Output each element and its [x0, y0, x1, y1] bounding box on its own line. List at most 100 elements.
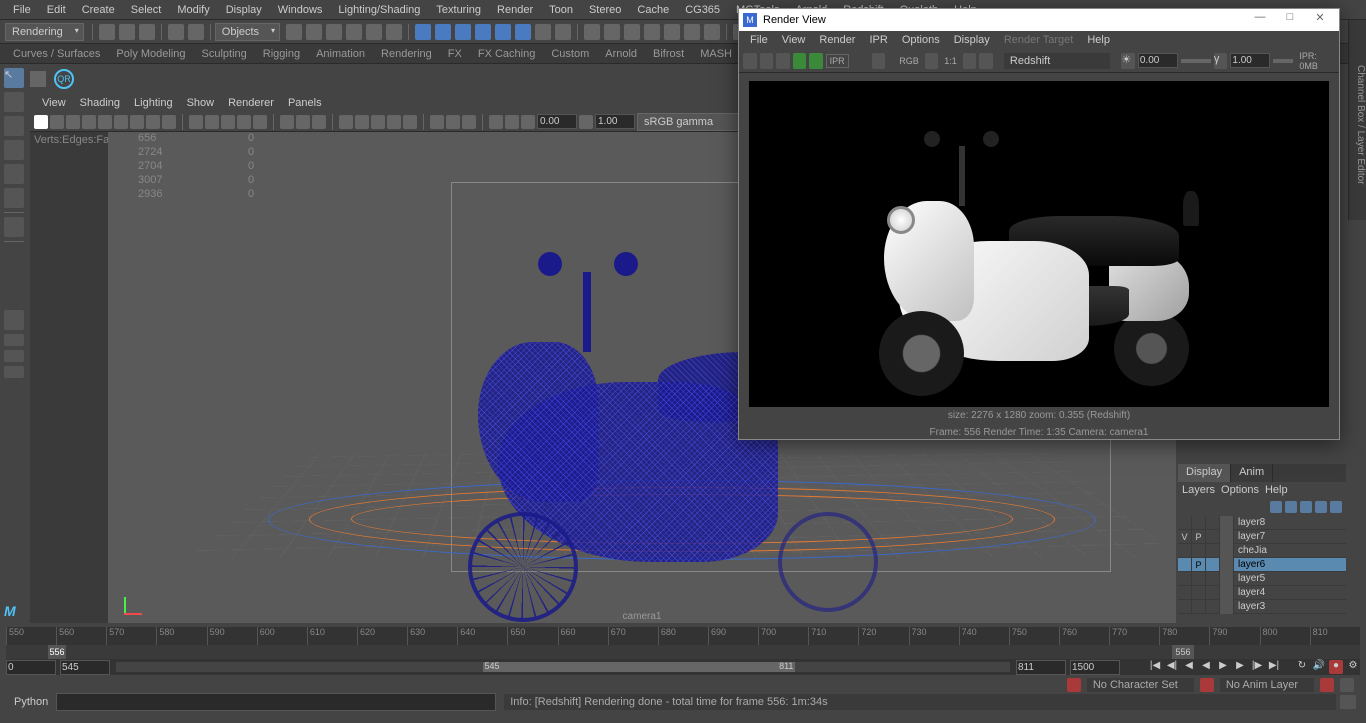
record-icon[interactable]: [1320, 678, 1334, 692]
shadows-icon[interactable]: [253, 115, 267, 129]
ipr-start-icon[interactable]: [793, 53, 807, 69]
minimize-button[interactable]: —: [1245, 11, 1275, 29]
go-to-start-icon[interactable]: |◀: [1148, 660, 1162, 674]
menu-texturing[interactable]: Texturing: [428, 4, 489, 16]
play-forward-icon[interactable]: ▶: [1216, 660, 1230, 674]
vp-menu-item[interactable]: Show: [181, 97, 221, 109]
layout-icon[interactable]: [4, 334, 24, 346]
bookmark-icon[interactable]: [50, 115, 64, 129]
module-tab[interactable]: FX Caching: [470, 48, 543, 60]
selection-mask-dropdown[interactable]: Objects: [215, 23, 280, 41]
time-slider[interactable]: 5505605705805906006106206306406506606706…: [6, 627, 1360, 659]
timeline-track[interactable]: 556 556: [6, 645, 1360, 659]
module-tab[interactable]: Arnold: [597, 48, 645, 60]
scale-tool-icon[interactable]: [4, 188, 24, 208]
light-icon[interactable]: [355, 115, 369, 129]
menu-toon[interactable]: Toon: [541, 4, 581, 16]
module-tab[interactable]: Poly Modeling: [108, 48, 193, 60]
module-tab[interactable]: Sculpting: [194, 48, 255, 60]
icon[interactable]: [1200, 678, 1214, 692]
rw-menu-item[interactable]: Render: [812, 34, 862, 46]
menu-edit[interactable]: Edit: [39, 4, 74, 16]
alpha-icon[interactable]: [925, 53, 939, 69]
layer-icon[interactable]: [1270, 501, 1282, 513]
settings-icon[interactable]: [1340, 678, 1354, 692]
module-tab[interactable]: Curves / Surfaces: [5, 48, 108, 60]
xray-joints-icon[interactable]: [312, 115, 326, 129]
keep-image-icon[interactable]: [963, 53, 977, 69]
film-gate-icon[interactable]: [98, 115, 112, 129]
exposure-input[interactable]: [537, 114, 577, 129]
refresh-icon[interactable]: [521, 115, 535, 129]
render-settings-icon[interactable]: [872, 53, 886, 69]
rotate-tool-icon[interactable]: [4, 164, 24, 184]
vp-menu-item[interactable]: View: [36, 97, 72, 109]
render-region-icon[interactable]: [760, 53, 774, 69]
mask-icon[interactable]: [326, 24, 342, 40]
menu-render[interactable]: Render: [489, 4, 541, 16]
vp-menu-item[interactable]: Panels: [282, 97, 328, 109]
module-tab[interactable]: Rigging: [255, 48, 308, 60]
rw-menu-item[interactable]: Render Target: [997, 34, 1081, 46]
render-icon[interactable]: [684, 24, 700, 40]
grid-icon[interactable]: [82, 115, 96, 129]
select-tool-icon[interactable]: ↖: [4, 68, 24, 88]
ipr-refresh-icon[interactable]: [809, 53, 823, 69]
ratio-label[interactable]: 1:1: [941, 56, 960, 66]
timeline-ruler[interactable]: 5505605705805906006106206306406506606706…: [6, 627, 1360, 645]
module-tab[interactable]: Custom: [543, 48, 597, 60]
gamma-input[interactable]: [595, 114, 635, 129]
autokey-icon[interactable]: ●: [1329, 660, 1343, 674]
gamma-slider[interactable]: [1273, 59, 1293, 63]
vp-menu-item[interactable]: Renderer: [222, 97, 280, 109]
layer-row[interactable]: VPlayer7: [1178, 530, 1346, 544]
menu-cg[interactable]: CG365: [677, 4, 728, 16]
render-image-display[interactable]: [749, 81, 1329, 407]
menu-windows[interactable]: Windows: [270, 4, 331, 16]
lock-icon[interactable]: [555, 24, 571, 40]
icon[interactable]: [1067, 678, 1081, 692]
layer-row[interactable]: layer8: [1178, 516, 1346, 530]
toggle-icon[interactable]: [30, 71, 46, 87]
module-tab[interactable]: Bifrost: [645, 48, 692, 60]
layers-menu[interactable]: Layers: [1182, 484, 1215, 496]
renderer-dropdown[interactable]: Redshift: [1004, 53, 1110, 69]
command-input[interactable]: [56, 693, 496, 711]
gamma-icon[interactable]: γ: [1214, 53, 1228, 69]
lasso-tool-icon[interactable]: [4, 92, 24, 112]
layer-row[interactable]: Player6: [1178, 558, 1346, 572]
arrows-icon[interactable]: [505, 115, 519, 129]
tab-anim[interactable]: Anim: [1231, 464, 1273, 482]
tab-display[interactable]: Display: [1178, 464, 1231, 482]
layer-row[interactable]: layer4: [1178, 586, 1346, 600]
script-editor-icon[interactable]: [1340, 695, 1356, 709]
xray-icon[interactable]: [296, 115, 310, 129]
redo-icon[interactable]: [188, 24, 204, 40]
playhead[interactable]: 556: [48, 645, 66, 659]
ao-icon[interactable]: [430, 115, 444, 129]
save-scene-icon[interactable]: [139, 24, 155, 40]
mask-icon[interactable]: [386, 24, 402, 40]
safe-action-icon[interactable]: [162, 115, 176, 129]
light-editor-icon[interactable]: [704, 24, 720, 40]
field-chart-icon[interactable]: [146, 115, 160, 129]
snap-icon[interactable]: [435, 24, 451, 40]
render-icon[interactable]: [743, 53, 757, 69]
window-titlebar[interactable]: M Render View — □ ✕: [739, 9, 1339, 31]
wireframe-icon[interactable]: [189, 115, 203, 129]
move-tool-icon[interactable]: [4, 140, 24, 160]
mask-icon[interactable]: [286, 24, 302, 40]
hypershade-icon[interactable]: [664, 24, 680, 40]
prefs-icon[interactable]: ⚙: [1346, 660, 1360, 674]
use-lights-icon[interactable]: [237, 115, 251, 129]
layer-icon[interactable]: [1315, 501, 1327, 513]
options-menu[interactable]: Options: [1221, 484, 1259, 496]
range-start-outer-input[interactable]: [6, 660, 56, 675]
play-back-icon[interactable]: ◀: [1199, 660, 1213, 674]
mask-icon[interactable]: [346, 24, 362, 40]
close-button[interactable]: ✕: [1305, 11, 1335, 29]
snap-icon[interactable]: [495, 24, 511, 40]
rw-menu-item[interactable]: File: [743, 34, 775, 46]
rw-menu-item[interactable]: View: [775, 34, 813, 46]
light-icon[interactable]: [371, 115, 385, 129]
